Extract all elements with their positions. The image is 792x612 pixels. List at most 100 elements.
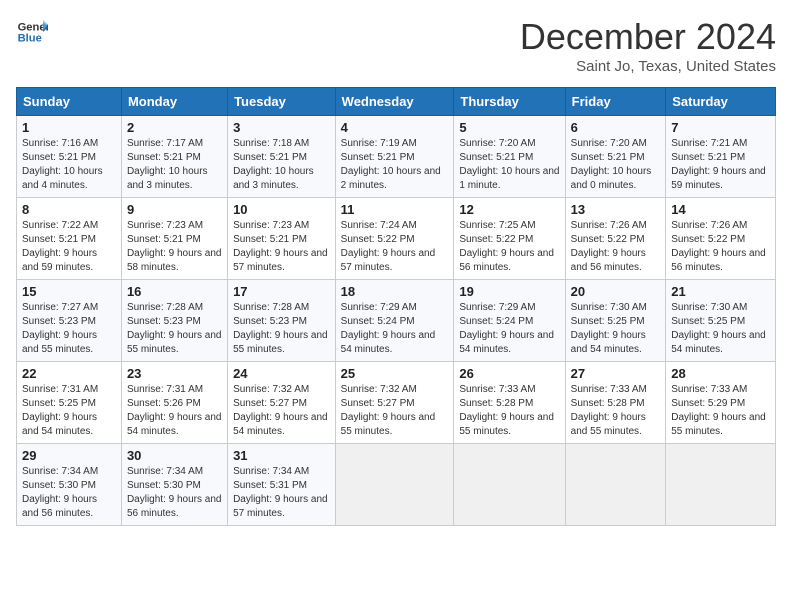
calendar-cell: 10 Sunrise: 7:23 AM Sunset: 5:21 PM Dayl… (228, 198, 336, 280)
day-number: 30 (127, 448, 222, 463)
calendar-cell: 15 Sunrise: 7:27 AM Sunset: 5:23 PM Dayl… (17, 280, 122, 362)
calendar-cell: 13 Sunrise: 7:26 AM Sunset: 5:22 PM Dayl… (565, 198, 666, 280)
day-info: Sunrise: 7:24 AM Sunset: 5:22 PM Dayligh… (341, 219, 449, 275)
day-number: 31 (233, 448, 330, 463)
day-info: Sunrise: 7:20 AM Sunset: 5:21 PM Dayligh… (571, 137, 661, 193)
day-info: Sunrise: 7:29 AM Sunset: 5:24 PM Dayligh… (341, 301, 449, 357)
day-number: 18 (341, 284, 449, 299)
day-info: Sunrise: 7:28 AM Sunset: 5:23 PM Dayligh… (233, 301, 330, 357)
day-info: Sunrise: 7:28 AM Sunset: 5:23 PM Dayligh… (127, 301, 222, 357)
calendar-cell: 19 Sunrise: 7:29 AM Sunset: 5:24 PM Dayl… (454, 280, 565, 362)
day-number: 24 (233, 366, 330, 381)
day-number: 29 (22, 448, 116, 463)
calendar-cell: 6 Sunrise: 7:20 AM Sunset: 5:21 PM Dayli… (565, 116, 666, 198)
day-number: 15 (22, 284, 116, 299)
day-info: Sunrise: 7:34 AM Sunset: 5:30 PM Dayligh… (22, 465, 116, 521)
calendar-cell: 14 Sunrise: 7:26 AM Sunset: 5:22 PM Dayl… (666, 198, 776, 280)
calendar-cell: 9 Sunrise: 7:23 AM Sunset: 5:21 PM Dayli… (121, 198, 227, 280)
day-number: 26 (459, 366, 559, 381)
day-number: 8 (22, 202, 116, 217)
calendar-cell: 31 Sunrise: 7:34 AM Sunset: 5:31 PM Dayl… (228, 444, 336, 526)
day-number: 1 (22, 120, 116, 135)
calendar-subtitle: Saint Jo, Texas, United States (520, 58, 776, 75)
day-number: 28 (671, 366, 770, 381)
calendar-cell: 2 Sunrise: 7:17 AM Sunset: 5:21 PM Dayli… (121, 116, 227, 198)
day-info: Sunrise: 7:32 AM Sunset: 5:27 PM Dayligh… (341, 383, 449, 439)
day-info: Sunrise: 7:30 AM Sunset: 5:25 PM Dayligh… (571, 301, 661, 357)
calendar-week-4: 22 Sunrise: 7:31 AM Sunset: 5:25 PM Dayl… (17, 362, 776, 444)
weekday-header-thursday: Thursday (454, 88, 565, 116)
day-info: Sunrise: 7:27 AM Sunset: 5:23 PM Dayligh… (22, 301, 116, 357)
day-number: 25 (341, 366, 449, 381)
calendar-cell: 7 Sunrise: 7:21 AM Sunset: 5:21 PM Dayli… (666, 116, 776, 198)
day-number: 19 (459, 284, 559, 299)
weekday-header-saturday: Saturday (666, 88, 776, 116)
day-number: 4 (341, 120, 449, 135)
calendar-week-1: 1 Sunrise: 7:16 AM Sunset: 5:21 PM Dayli… (17, 116, 776, 198)
day-number: 11 (341, 202, 449, 217)
day-number: 16 (127, 284, 222, 299)
day-info: Sunrise: 7:20 AM Sunset: 5:21 PM Dayligh… (459, 137, 559, 193)
calendar-cell (335, 444, 454, 526)
calendar-cell (666, 444, 776, 526)
logo-icon: General Blue (16, 16, 48, 48)
calendar-cell: 23 Sunrise: 7:31 AM Sunset: 5:26 PM Dayl… (121, 362, 227, 444)
weekday-header-friday: Friday (565, 88, 666, 116)
calendar-cell: 18 Sunrise: 7:29 AM Sunset: 5:24 PM Dayl… (335, 280, 454, 362)
day-info: Sunrise: 7:26 AM Sunset: 5:22 PM Dayligh… (571, 219, 661, 275)
day-number: 23 (127, 366, 222, 381)
day-number: 22 (22, 366, 116, 381)
calendar-cell: 24 Sunrise: 7:32 AM Sunset: 5:27 PM Dayl… (228, 362, 336, 444)
calendar-cell: 29 Sunrise: 7:34 AM Sunset: 5:30 PM Dayl… (17, 444, 122, 526)
day-info: Sunrise: 7:26 AM Sunset: 5:22 PM Dayligh… (671, 219, 770, 275)
weekday-header-monday: Monday (121, 88, 227, 116)
day-number: 20 (571, 284, 661, 299)
weekday-header-row: SundayMondayTuesdayWednesdayThursdayFrid… (17, 88, 776, 116)
calendar-cell: 20 Sunrise: 7:30 AM Sunset: 5:25 PM Dayl… (565, 280, 666, 362)
day-number: 6 (571, 120, 661, 135)
day-info: Sunrise: 7:18 AM Sunset: 5:21 PM Dayligh… (233, 137, 330, 193)
day-number: 10 (233, 202, 330, 217)
day-info: Sunrise: 7:23 AM Sunset: 5:21 PM Dayligh… (233, 219, 330, 275)
day-info: Sunrise: 7:21 AM Sunset: 5:21 PM Dayligh… (671, 137, 770, 193)
calendar-cell: 21 Sunrise: 7:30 AM Sunset: 5:25 PM Dayl… (666, 280, 776, 362)
day-info: Sunrise: 7:25 AM Sunset: 5:22 PM Dayligh… (459, 219, 559, 275)
day-info: Sunrise: 7:19 AM Sunset: 5:21 PM Dayligh… (341, 137, 449, 193)
day-info: Sunrise: 7:17 AM Sunset: 5:21 PM Dayligh… (127, 137, 222, 193)
calendar-cell: 1 Sunrise: 7:16 AM Sunset: 5:21 PM Dayli… (17, 116, 122, 198)
calendar-title: December 2024 (520, 16, 776, 58)
calendar-cell: 22 Sunrise: 7:31 AM Sunset: 5:25 PM Dayl… (17, 362, 122, 444)
day-number: 3 (233, 120, 330, 135)
calendar-week-5: 29 Sunrise: 7:34 AM Sunset: 5:30 PM Dayl… (17, 444, 776, 526)
day-number: 14 (671, 202, 770, 217)
calendar-cell (565, 444, 666, 526)
calendar-cell: 25 Sunrise: 7:32 AM Sunset: 5:27 PM Dayl… (335, 362, 454, 444)
day-number: 17 (233, 284, 330, 299)
day-info: Sunrise: 7:34 AM Sunset: 5:30 PM Dayligh… (127, 465, 222, 521)
calendar-cell: 8 Sunrise: 7:22 AM Sunset: 5:21 PM Dayli… (17, 198, 122, 280)
day-info: Sunrise: 7:31 AM Sunset: 5:25 PM Dayligh… (22, 383, 116, 439)
weekday-header-wednesday: Wednesday (335, 88, 454, 116)
day-number: 9 (127, 202, 222, 217)
calendar-cell (454, 444, 565, 526)
day-number: 7 (671, 120, 770, 135)
header: General Blue December 2024 Saint Jo, Tex… (16, 16, 776, 75)
calendar-cell: 30 Sunrise: 7:34 AM Sunset: 5:30 PM Dayl… (121, 444, 227, 526)
calendar-cell: 28 Sunrise: 7:33 AM Sunset: 5:29 PM Dayl… (666, 362, 776, 444)
calendar-week-3: 15 Sunrise: 7:27 AM Sunset: 5:23 PM Dayl… (17, 280, 776, 362)
calendar-cell: 5 Sunrise: 7:20 AM Sunset: 5:21 PM Dayli… (454, 116, 565, 198)
calendar-cell: 17 Sunrise: 7:28 AM Sunset: 5:23 PM Dayl… (228, 280, 336, 362)
day-number: 21 (671, 284, 770, 299)
weekday-header-sunday: Sunday (17, 88, 122, 116)
calendar-cell: 4 Sunrise: 7:19 AM Sunset: 5:21 PM Dayli… (335, 116, 454, 198)
calendar-cell: 26 Sunrise: 7:33 AM Sunset: 5:28 PM Dayl… (454, 362, 565, 444)
day-info: Sunrise: 7:33 AM Sunset: 5:29 PM Dayligh… (671, 383, 770, 439)
weekday-header-tuesday: Tuesday (228, 88, 336, 116)
day-info: Sunrise: 7:23 AM Sunset: 5:21 PM Dayligh… (127, 219, 222, 275)
calendar-cell: 11 Sunrise: 7:24 AM Sunset: 5:22 PM Dayl… (335, 198, 454, 280)
day-number: 12 (459, 202, 559, 217)
calendar-table: SundayMondayTuesdayWednesdayThursdayFrid… (16, 87, 776, 526)
day-info: Sunrise: 7:32 AM Sunset: 5:27 PM Dayligh… (233, 383, 330, 439)
logo: General Blue (16, 16, 48, 48)
day-info: Sunrise: 7:34 AM Sunset: 5:31 PM Dayligh… (233, 465, 330, 521)
